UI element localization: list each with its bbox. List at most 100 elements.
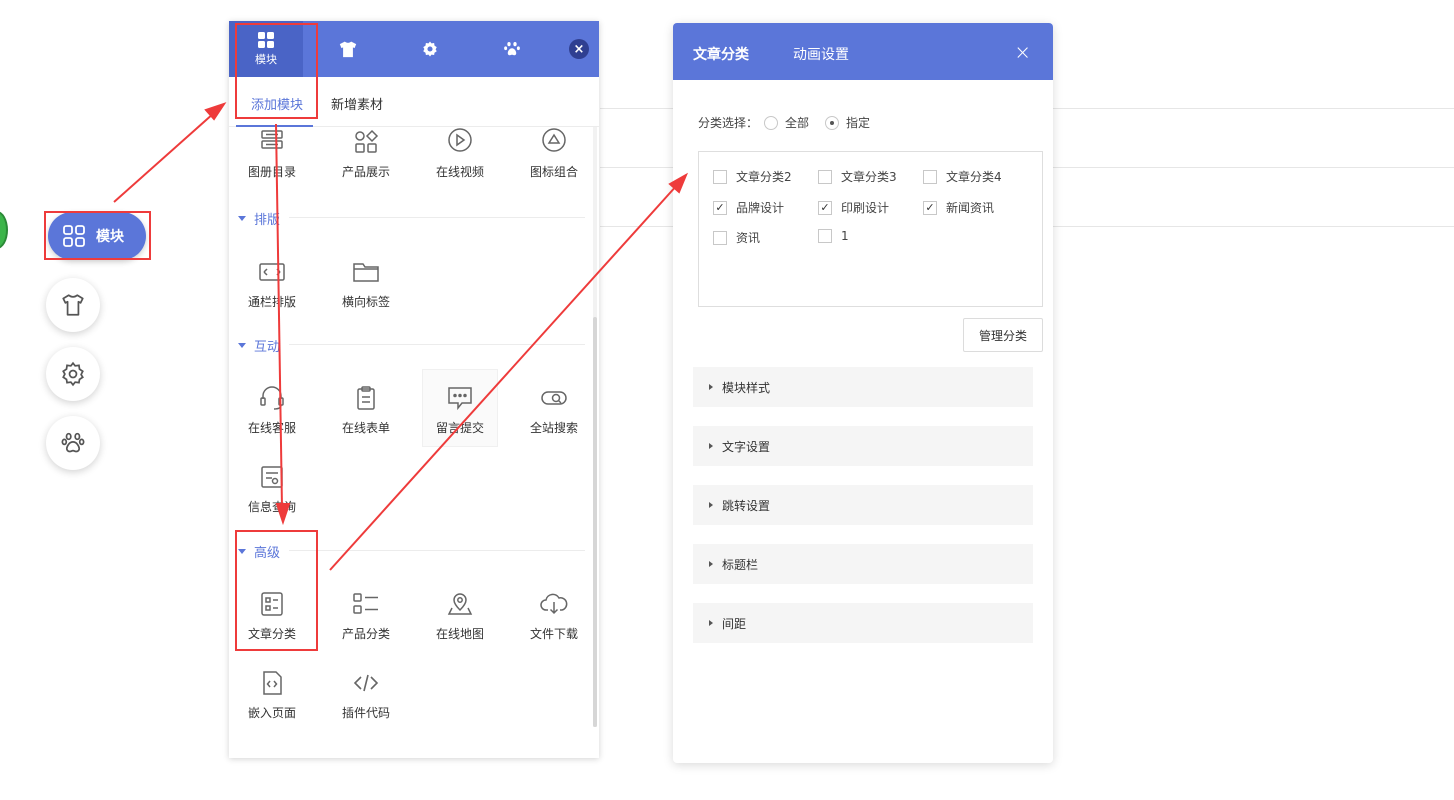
message-icon (448, 387, 472, 411)
paw-icon (504, 42, 520, 56)
section-divider (289, 550, 585, 551)
subtab-new-material[interactable]: 新增素材 (331, 94, 383, 113)
caret-down-icon (238, 216, 246, 221)
accordion-label: 间距 (722, 616, 747, 631)
module-item-label: 产品分类 (341, 627, 390, 641)
module-item-info-query[interactable]: 信息查询 (229, 462, 315, 526)
accordion-label: 标题栏 (722, 557, 759, 572)
arrow-line (113, 112, 215, 203)
category-label: 1 (841, 229, 849, 243)
dock-settings-button[interactable] (46, 347, 100, 401)
module-item-label: 通栏排版 (247, 295, 296, 309)
accordion-jump-settings[interactable]: 跳转设置 (693, 485, 1033, 525)
settings-panel: 文章分类 动画设置 × 分类选择： 全部 指定 文章分类2 文章分类3 文章分类… (673, 23, 1053, 763)
dock-baidu-button[interactable] (46, 416, 100, 470)
category-checkbox[interactable]: ✓ 新闻资讯 (923, 199, 994, 216)
caret-right-icon (709, 561, 713, 567)
module-item-product-category[interactable]: 产品分类 (323, 589, 409, 653)
module-item-plugin-code[interactable]: 插件代码 (323, 668, 409, 732)
module-item-label: 图标组合 (529, 165, 578, 179)
module-item-album[interactable]: 图册目录 (229, 127, 315, 191)
module-item-label: 在线视频 (435, 165, 484, 179)
module-item-file-download[interactable]: 文件下载 (511, 589, 591, 653)
module-item-horizontal-tabs[interactable]: 横向标签 (323, 257, 409, 321)
folder-tabs-icon (353, 263, 379, 282)
accordion-title-bar[interactable]: 标题栏 (693, 544, 1033, 584)
green-badge-icon[interactable] (0, 211, 8, 249)
module-item-label: 全站搜索 (529, 421, 578, 435)
caret-right-icon (709, 502, 713, 508)
category-checkbox[interactable]: 1 (818, 229, 849, 243)
radio-specified[interactable]: 指定 (825, 114, 870, 131)
category-checkbox[interactable]: 资讯 (713, 229, 760, 246)
category-label: 文章分类3 (841, 170, 897, 184)
search-icon (541, 391, 567, 405)
highlight-box (235, 23, 318, 119)
manage-category-button[interactable]: 管理分类 (963, 318, 1043, 352)
checkbox: ✓ (923, 200, 937, 215)
category-label: 印刷设计 (841, 201, 890, 215)
category-label: 文章分类4 (946, 170, 1002, 184)
accordion-spacing[interactable]: 间距 (693, 603, 1033, 643)
section-divider (289, 344, 585, 345)
category-checkbox[interactable]: 文章分类4 (923, 168, 1002, 185)
dock-theme-button[interactable] (46, 278, 100, 332)
module-item-site-search[interactable]: 全站搜索 (511, 383, 591, 447)
category-checkbox[interactable]: ✓ 印刷设计 (818, 199, 889, 216)
category-checkbox-list: 文章分类2 文章分类3 文章分类4 ✓ 品牌设计 ✓ 印刷设计 ✓ 新闻资讯 资讯 1 (698, 151, 1043, 307)
radio-specified-label: 指定 (846, 116, 871, 130)
module-item-label: 留言提交 (435, 421, 484, 435)
tab-article-category[interactable]: 文章分类 (693, 44, 749, 64)
code-icon (353, 674, 379, 692)
tab-settings[interactable] (393, 21, 467, 77)
section-label: 互动 (254, 340, 281, 355)
radio-all[interactable]: 全部 (764, 114, 809, 131)
close-icon[interactable]: × (1014, 40, 1031, 64)
module-item-embed-page[interactable]: 嵌入页面 (229, 668, 315, 732)
section-layout-title[interactable]: 排版 (238, 209, 280, 228)
category-label: 品牌设计 (736, 201, 785, 215)
checkbox (818, 229, 832, 243)
paw-icon (61, 432, 85, 453)
module-item-icon-group[interactable]: 图标组合 (511, 127, 591, 191)
section-divider (289, 217, 585, 218)
module-item-message-submit[interactable]: 留言提交 (417, 383, 503, 447)
info-query-icon (261, 466, 283, 488)
caret-right-icon (709, 443, 713, 449)
module-item-label: 在线表单 (341, 421, 390, 435)
module-item-video[interactable]: 在线视频 (417, 127, 503, 191)
checkbox: ✓ (713, 200, 727, 215)
category-checkbox[interactable]: 文章分类3 (818, 168, 897, 185)
screen: 模块 模块 × 添加模块 新增素材 图册目录 产品展示 在线视频 图标组合 排版… (0, 0, 1454, 800)
module-item-label: 在线地图 (435, 627, 484, 641)
module-item-full-width[interactable]: 通栏排版 (229, 257, 315, 321)
module-item-online-map[interactable]: 在线地图 (417, 589, 503, 653)
category-checkbox[interactable]: 文章分类2 (713, 168, 792, 185)
module-list-scroll-thumb[interactable] (593, 317, 597, 727)
arrow-head (204, 102, 227, 121)
checkbox (923, 169, 937, 184)
tab-animation-settings[interactable]: 动画设置 (793, 44, 849, 64)
caret-right-icon (709, 384, 713, 390)
tab-theme[interactable] (311, 21, 385, 77)
module-item-online-form[interactable]: 在线表单 (323, 383, 409, 447)
highlight-box (235, 530, 318, 651)
product-category-icon (353, 593, 378, 614)
module-item-products[interactable]: 产品展示 (323, 127, 409, 191)
module-item-customer-service[interactable]: 在线客服 (229, 383, 315, 447)
module-item-label: 产品展示 (341, 165, 390, 179)
clipboard-icon (357, 386, 375, 410)
section-interaction-title[interactable]: 互动 (238, 336, 280, 355)
accordion-text-settings[interactable]: 文字设置 (693, 426, 1033, 466)
checkbox (818, 169, 832, 184)
category-checkbox[interactable]: ✓ 品牌设计 (713, 199, 784, 216)
caret-down-icon (238, 343, 246, 348)
module-panel-close-button[interactable]: × (569, 39, 589, 59)
accordion-label: 文字设置 (722, 439, 771, 454)
accordion-label: 模块样式 (722, 380, 771, 395)
category-label: 资讯 (736, 231, 761, 245)
accordion-module-style[interactable]: 模块样式 (693, 367, 1033, 407)
tab-baidu[interactable] (475, 21, 549, 77)
gear-icon (423, 41, 437, 57)
checkbox: ✓ (818, 200, 832, 215)
